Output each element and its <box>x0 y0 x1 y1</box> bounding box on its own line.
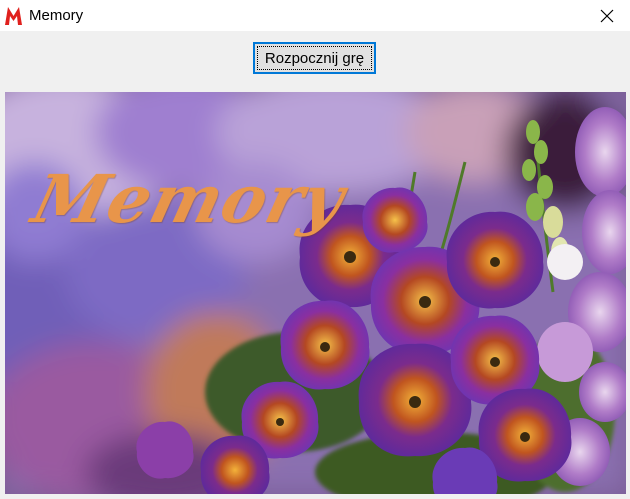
title-bar: Memory <box>0 0 630 31</box>
memory-logo-text: Memory <box>25 160 353 238</box>
flower-illustration <box>5 92 626 494</box>
client-area: Rozpocznij grę Memory <box>0 31 630 499</box>
window-title: Memory <box>29 7 84 24</box>
flower-image: Memory <box>5 92 626 494</box>
start-game-button[interactable]: Rozpocznij grę <box>253 42 376 74</box>
close-icon <box>600 9 614 22</box>
red-m-logo-icon <box>5 7 22 25</box>
start-game-button-label: Rozpocznij grę <box>264 49 365 67</box>
close-button[interactable] <box>584 0 630 31</box>
